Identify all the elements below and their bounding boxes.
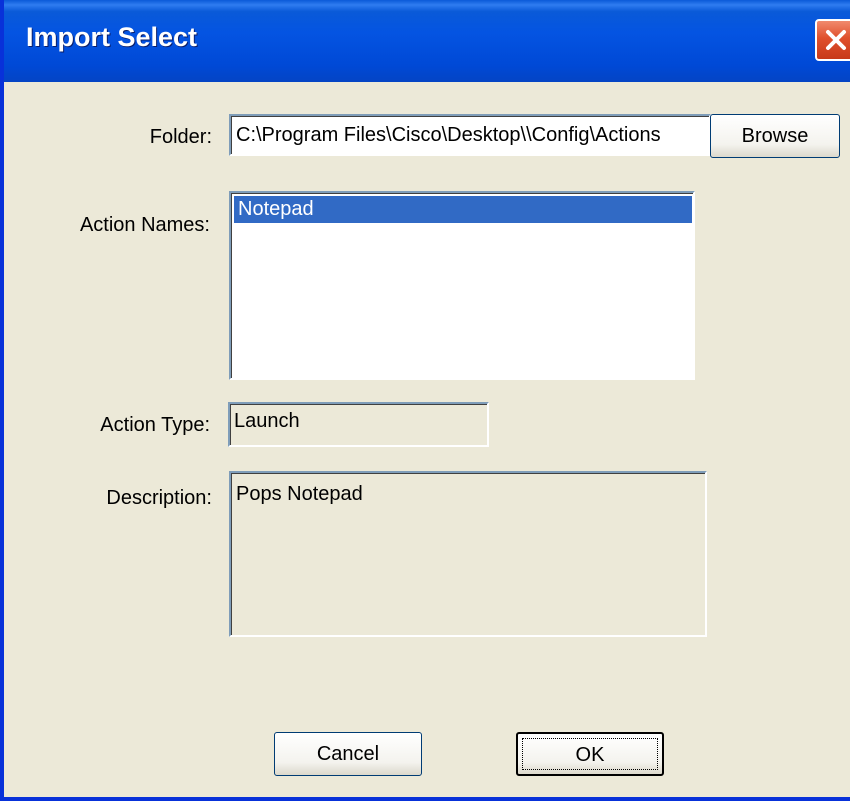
action-type-field: Launch [228,402,489,447]
window-title: Import Select [26,22,198,52]
browse-button[interactable]: Browse [710,114,840,158]
title-bar[interactable]: Import Select [4,0,850,82]
list-item[interactable]: Notepad [234,196,692,223]
description-label: Description: [106,487,212,509]
folder-label: Folder: [149,126,212,148]
ok-button-label: OK [575,744,605,766]
ok-button[interactable]: OK [516,732,664,776]
description-field: Pops Notepad [229,471,707,637]
folder-field[interactable]: C:\Program Files\Cisco\Desktop\\Config\A… [229,114,711,156]
action-type-label: Action Type: [100,414,210,436]
close-icon [826,30,846,50]
close-button[interactable] [815,19,850,61]
import-select-dialog: Import Select Folder: C:\Program Files\C… [0,0,850,801]
action-names-listbox[interactable]: Notepad [229,191,695,380]
action-names-label: Action Names: [79,214,210,236]
cancel-button[interactable]: Cancel [274,732,422,776]
